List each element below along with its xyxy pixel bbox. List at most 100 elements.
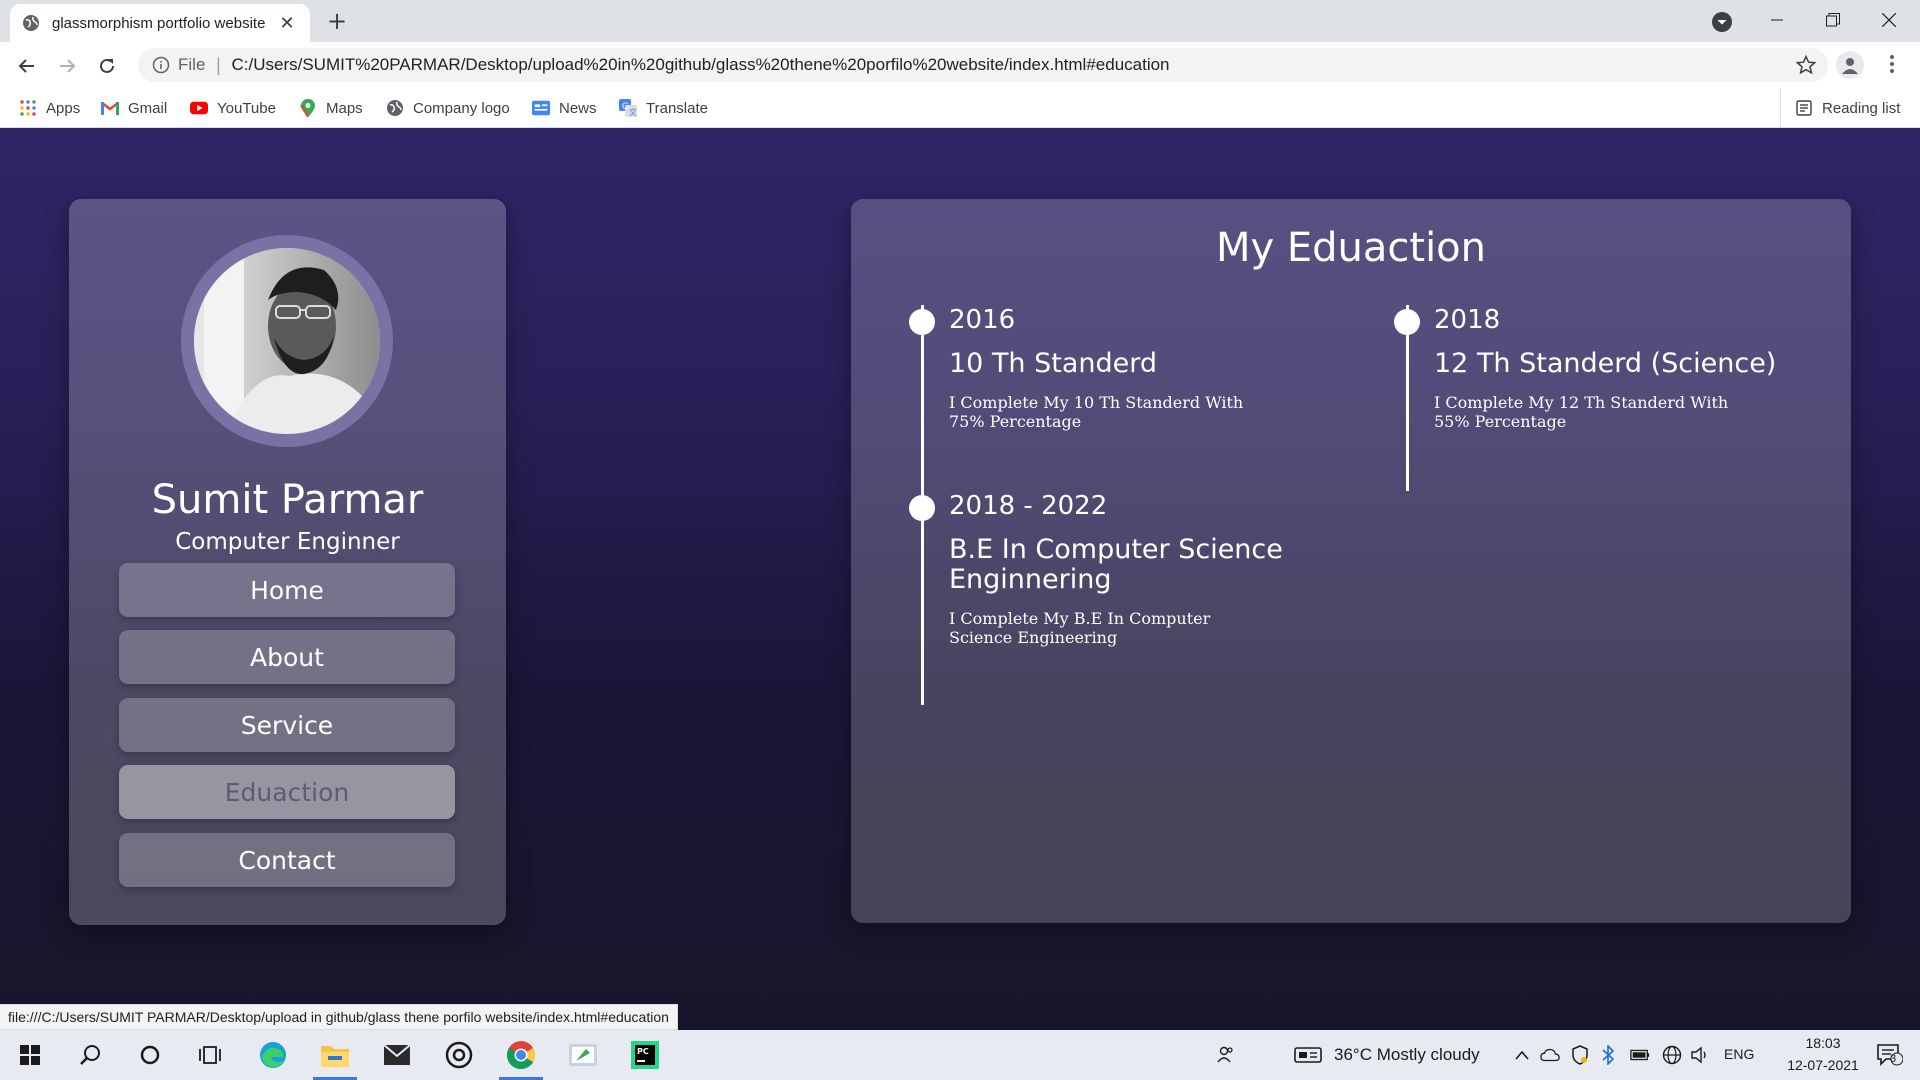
reading-list-label: Reading list	[1822, 99, 1901, 117]
address-bar[interactable]: File | C:/Users/SUMIT%20PARMAR/Desktop/u…	[138, 48, 1828, 82]
profile-card: Sumit Parmar Computer Enginner Home Abou…	[69, 199, 506, 925]
cortana-icon[interactable]	[120, 1030, 180, 1080]
svg-text:文: 文	[629, 107, 637, 117]
entry-description: I Complete My 10 Th Standerd With 75% Pe…	[949, 393, 1244, 431]
url-text[interactable]: C:/Users/SUMIT%20PARMAR/Desktop/upload%2…	[231, 55, 1169, 75]
bookmark-youtube[interactable]: YouTube	[190, 96, 276, 120]
browser-tab[interactable]: glassmorphism portfolio website ✕	[10, 4, 310, 42]
browser-toolbar: File | C:/Users/SUMIT%20PARMAR/Desktop/u…	[0, 42, 1920, 88]
bookmark-label: Gmail	[128, 99, 168, 117]
bookmark-company-logo[interactable]: Company logo	[386, 96, 510, 120]
back-arrow-icon[interactable]	[11, 50, 43, 82]
new-tab-button[interactable]: +	[323, 8, 351, 36]
bookmark-label: Translate	[646, 99, 708, 117]
notification-count: 3	[1889, 1053, 1897, 1065]
search-icon[interactable]	[60, 1030, 120, 1080]
avatar	[194, 248, 380, 434]
reload-icon[interactable]	[91, 50, 123, 82]
weather-text[interactable]: 36°C Mostly cloudy	[1334, 1045, 1480, 1065]
mail-icon[interactable]	[367, 1030, 427, 1080]
scheme-label: File	[178, 55, 206, 74]
battery-icon[interactable]	[1630, 1045, 1650, 1065]
bookmark-news[interactable]: News	[532, 96, 597, 120]
svg-text:G: G	[622, 102, 629, 112]
weather-icon[interactable]	[1294, 1045, 1322, 1065]
bookmark-label: Company logo	[413, 99, 510, 117]
tab-strip: glassmorphism portfolio website ✕ +	[0, 0, 1920, 42]
task-view-icon[interactable]	[180, 1030, 240, 1080]
bookmark-apps[interactable]: Apps	[19, 96, 80, 120]
windows-taskbar: PC 36°C Mostly cloudy ENG 18:03 12-07-20…	[0, 1030, 1920, 1080]
pycharm-icon[interactable]: PC	[615, 1030, 675, 1080]
windows-start-icon[interactable]	[0, 1030, 60, 1080]
entry-heading: B.E In Computer Science Enginnering	[949, 534, 1283, 595]
profile-role: Computer Enginner	[175, 529, 400, 555]
nav-contact-button[interactable]: Contact	[119, 833, 455, 887]
svg-text:PC: PC	[637, 1047, 649, 1056]
clock-time[interactable]: 18:03	[1790, 1035, 1856, 1051]
education-title: My Eduaction	[1215, 225, 1487, 271]
bluetooth-icon[interactable]	[1598, 1045, 1618, 1065]
restore-icon[interactable]	[1810, 4, 1856, 36]
education-card: My Eduaction 2016 10 Th Standerd I Compl…	[851, 199, 1851, 923]
maps-icon	[299, 99, 317, 117]
bookmark-gmail[interactable]: Gmail	[101, 96, 167, 120]
people-icon[interactable]	[1216, 1045, 1236, 1065]
tab-title: glassmorphism portfolio website	[52, 14, 266, 32]
forward-arrow-icon[interactable]	[51, 50, 83, 82]
reading-list-button[interactable]: Reading list	[1780, 88, 1900, 128]
media-player-icon[interactable]	[429, 1030, 489, 1080]
scheme-separator: |	[215, 54, 222, 76]
apps-grid-icon	[19, 99, 37, 117]
kebab-menu-icon[interactable]	[1880, 52, 1904, 76]
onedrive-cloud-icon[interactable]	[1540, 1045, 1560, 1065]
bookmark-star-icon[interactable]	[1795, 54, 1817, 75]
avatar-ring	[181, 235, 393, 447]
snipping-tool-icon[interactable]	[553, 1030, 613, 1080]
info-icon[interactable]	[152, 56, 170, 74]
youtube-icon	[190, 99, 208, 117]
page-viewport: Sumit Parmar Computer Enginner Home Abou…	[0, 128, 1920, 1030]
timeline-dot	[1394, 309, 1420, 335]
timeline-dot	[909, 309, 935, 335]
bookmark-label: YouTube	[217, 99, 276, 117]
nav-service-button[interactable]: Service	[119, 698, 455, 752]
tab-search-icon[interactable]	[1710, 10, 1734, 34]
nav-home-button[interactable]: Home	[119, 563, 455, 617]
security-shield-icon[interactable]	[1570, 1045, 1590, 1065]
bookmark-label: Apps	[46, 99, 81, 117]
news-icon	[532, 99, 550, 117]
close-window-icon[interactable]	[1866, 4, 1912, 36]
chevron-up-icon[interactable]	[1512, 1045, 1532, 1065]
nav-about-button[interactable]: About	[119, 630, 455, 684]
bookmarks-bar: Apps Gmail YouTube Maps Company logo New…	[0, 88, 1920, 128]
close-tab-icon[interactable]: ✕	[276, 13, 298, 34]
globe-icon	[22, 14, 40, 32]
chrome-icon[interactable]	[491, 1030, 551, 1080]
file-explorer-icon[interactable]	[305, 1030, 365, 1080]
entry-heading: 10 Th Standerd	[949, 348, 1158, 379]
bookmark-translate[interactable]: G文 Translate	[619, 96, 708, 120]
nav-education-button[interactable]: Eduaction	[119, 765, 455, 819]
timeline-dot	[909, 495, 935, 521]
entry-year: 2018 - 2022	[949, 491, 1108, 521]
profile-name: Sumit Parmar	[151, 477, 424, 523]
network-globe-icon[interactable]	[1662, 1045, 1682, 1065]
translate-icon: G文	[619, 99, 637, 117]
edge-icon[interactable]	[243, 1030, 303, 1080]
entry-year: 2016	[949, 305, 1016, 335]
gmail-icon	[101, 99, 119, 117]
bookmark-maps[interactable]: Maps	[299, 96, 363, 120]
entry-description: I Complete My B.E In Computer Science En…	[949, 609, 1211, 647]
profile-avatar-icon[interactable]	[1836, 51, 1864, 79]
globe-icon	[386, 99, 404, 117]
link-status-bubble: file:///C:/Users/SUMIT PARMAR/Desktop/up…	[0, 1004, 678, 1030]
minimize-icon[interactable]	[1754, 4, 1800, 36]
entry-description: I Complete My 12 Th Standerd With 55% Pe…	[1434, 393, 1729, 431]
bookmark-label: News	[559, 99, 597, 117]
bookmark-label: Maps	[326, 99, 363, 117]
clock-date[interactable]: 12-07-2021	[1770, 1057, 1876, 1073]
volume-icon[interactable]	[1690, 1045, 1710, 1065]
entry-year: 2018	[1434, 305, 1501, 335]
language-indicator[interactable]: ENG	[1724, 1046, 1754, 1062]
